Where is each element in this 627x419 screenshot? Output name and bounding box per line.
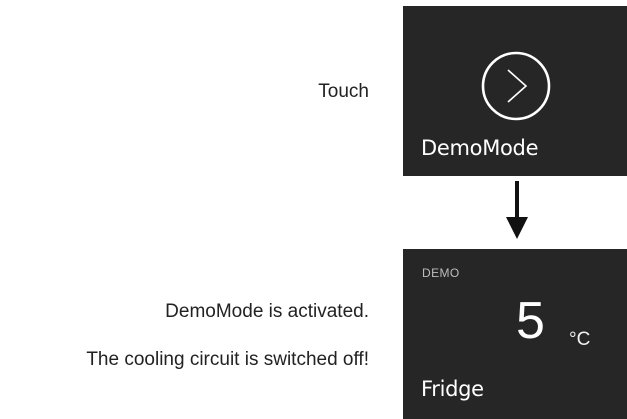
temperature-unit: °C — [569, 329, 591, 350]
compartment-caption: Fridge — [421, 377, 484, 401]
demomode-activated-text: DemoMode is activated. — [165, 301, 369, 322]
temperature-value: 5 — [516, 292, 545, 350]
circle-chevron-right-icon[interactable] — [481, 51, 551, 121]
down-arrow-icon — [506, 181, 528, 239]
demomode-display-panel: DemoMode — [403, 6, 627, 176]
fridge-display-panel: DEMO 5 °C Fridge — [403, 249, 627, 419]
demo-mode-tag: DEMO — [422, 266, 460, 280]
touch-instruction: Touch — [318, 81, 369, 102]
demomode-caption: DemoMode — [421, 136, 539, 160]
cooling-off-warning-text: The cooling circuit is switched off! — [86, 349, 369, 370]
